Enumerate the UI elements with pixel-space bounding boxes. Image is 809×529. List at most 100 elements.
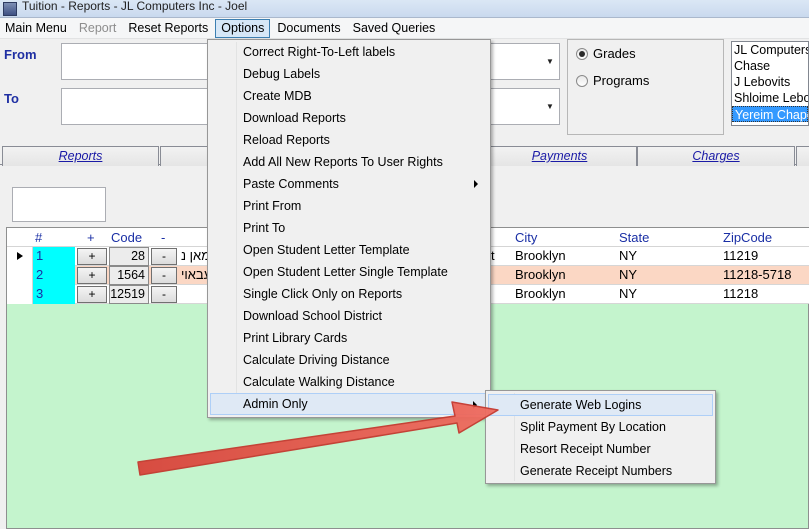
tab-reports[interactable]: Reports [2,146,159,166]
zip-cell: 11218 [723,286,759,301]
tab-reports-label[interactable]: Reports [59,149,103,163]
menu-item-split-payment[interactable]: Split Payment By Location [488,416,713,438]
menu-item-create-mdb[interactable]: Create MDB [210,85,488,107]
menu-item-single-click[interactable]: Single Click Only on Reports [210,283,488,305]
tab-hidden[interactable] [160,146,208,166]
to-field[interactable] [61,88,211,125]
menu-item-open-letter-template[interactable]: Open Student Letter Template [210,239,488,261]
radio-programs-label: Programs [593,73,650,88]
company-listbox[interactable]: JL Computers Chase J Lebovits Shloime Le… [731,41,809,126]
menu-options[interactable]: Options [215,18,271,38]
menu-item-download-reports[interactable]: Download Reports [210,107,488,129]
menu-item-add-reports-rights[interactable]: Add All New Reports To User Rights [210,151,488,173]
menu-item-correct-rtl[interactable]: Correct Right-To-Left labels [210,41,488,63]
col-city[interactable]: City [515,230,537,245]
cell-fragment: t [491,248,495,263]
to-combo[interactable]: ▼ [490,88,560,125]
list-item-selected[interactable]: Yereim Chape [732,106,808,122]
radio-programs[interactable]: Programs [576,73,649,88]
menu-item-open-letter-single[interactable]: Open Student Letter Single Template [210,261,488,283]
tab-payments[interactable]: Payments [482,146,637,166]
remove-button[interactable]: - [151,248,177,265]
current-row-icon [17,252,23,260]
row-num: 1 [33,247,75,266]
menu-reset-reports[interactable]: Reset Reports [123,19,213,38]
to-label: To [4,91,19,106]
state-cell: NY [619,248,638,263]
col-zip[interactable]: ZipCode [723,230,772,245]
menu-item-debug-labels[interactable]: Debug Labels [210,63,488,85]
chevron-down-icon[interactable]: ▼ [546,57,554,66]
col-state[interactable]: State [619,230,649,245]
submenu-arrow-icon [473,401,477,409]
code-cell[interactable]: 28 [109,247,149,266]
menu-main-menu[interactable]: Main Menu [0,19,72,38]
list-item[interactable]: JL Computers [732,42,808,58]
tab-payments-label[interactable]: Payments [532,149,588,163]
remove-button[interactable]: - [151,286,177,303]
tab-charges-label[interactable]: Charges [692,149,739,163]
chevron-down-icon[interactable]: ▼ [546,102,554,111]
radio-unchecked-icon[interactable] [576,74,588,87]
code-cell[interactable]: 12519 [109,285,149,304]
row-selector[interactable] [7,266,33,285]
list-item[interactable]: Chase [732,58,808,74]
menu-item-paste-comments[interactable]: Paste Comments [210,173,488,195]
name-cell: מאן נ [181,248,211,263]
row-num: 3 [33,285,75,304]
radio-grades-label: Grades [593,46,636,61]
app-icon [3,1,17,16]
radio-grades[interactable]: Grades [576,46,636,61]
state-cell: NY [619,267,638,282]
menu-item-admin-only[interactable]: Admin Only [210,393,488,415]
col-code[interactable]: Code [111,230,142,245]
admin-submenu: Generate Web Logins Split Payment By Loc… [485,390,716,484]
menu-item-resort-receipt[interactable]: Resort Receipt Number [488,438,713,460]
menu-item-download-district[interactable]: Download School District [210,305,488,327]
zip-cell: 11218-5718 [723,267,792,282]
radio-checked-icon[interactable] [576,47,588,60]
window-title: Tuition - Reports - JL Computers Inc - J… [22,0,248,13]
menu-item-driving-distance[interactable]: Calculate Driving Distance [210,349,488,371]
menu-item-reload-reports[interactable]: Reload Reports [210,129,488,151]
menu-bar: Main Menu Report Reset Reports Options D… [0,18,809,39]
menu-saved-queries[interactable]: Saved Queries [348,19,441,38]
menu-item-print-to[interactable]: Print To [210,217,488,239]
row-selector[interactable] [7,285,33,304]
state-cell: NY [619,286,638,301]
city-cell: Brooklyn [515,286,566,301]
title-bar: Tuition - Reports - JL Computers Inc - J… [0,0,809,18]
col-num[interactable]: # [35,230,42,245]
city-cell: Brooklyn [515,267,566,282]
options-dropdown: Correct Right-To-Left labels Debug Label… [207,39,491,418]
from-field[interactable] [61,43,211,80]
tab-charges[interactable]: Charges [637,146,795,166]
col-plus[interactable]: + [87,230,95,245]
menu-item-generate-receipts[interactable]: Generate Receipt Numbers [488,460,713,482]
menu-item-print-library-cards[interactable]: Print Library Cards [210,327,488,349]
menu-item-walking-distance[interactable]: Calculate Walking Distance [210,371,488,393]
submenu-arrow-icon [474,180,478,188]
menu-report[interactable]: Report [74,19,122,38]
menu-item-label: Admin Only [243,397,308,411]
add-button[interactable]: + [77,267,107,284]
remove-button[interactable]: - [151,267,177,284]
row-selector[interactable] [7,247,33,266]
row-num: 2 [33,266,75,285]
menu-item-generate-web-logins[interactable]: Generate Web Logins [488,394,713,416]
add-button[interactable]: + [77,248,107,265]
report-type-group: Grades Programs [567,39,724,135]
zip-cell: 11219 [723,248,759,263]
tab-overflow[interactable] [796,146,809,166]
list-item[interactable]: Shloime Lebo [732,90,808,106]
from-combo[interactable]: ▼ [490,43,560,80]
menu-documents[interactable]: Documents [272,19,345,38]
city-cell: Brooklyn [515,248,566,263]
from-label: From [4,47,37,62]
filter-box[interactable] [12,187,106,222]
menu-item-print-from[interactable]: Print From [210,195,488,217]
list-item[interactable]: J Lebovits [732,74,808,90]
col-minus[interactable]: - [161,230,165,245]
code-cell[interactable]: 1564 [109,266,149,285]
add-button[interactable]: + [77,286,107,303]
